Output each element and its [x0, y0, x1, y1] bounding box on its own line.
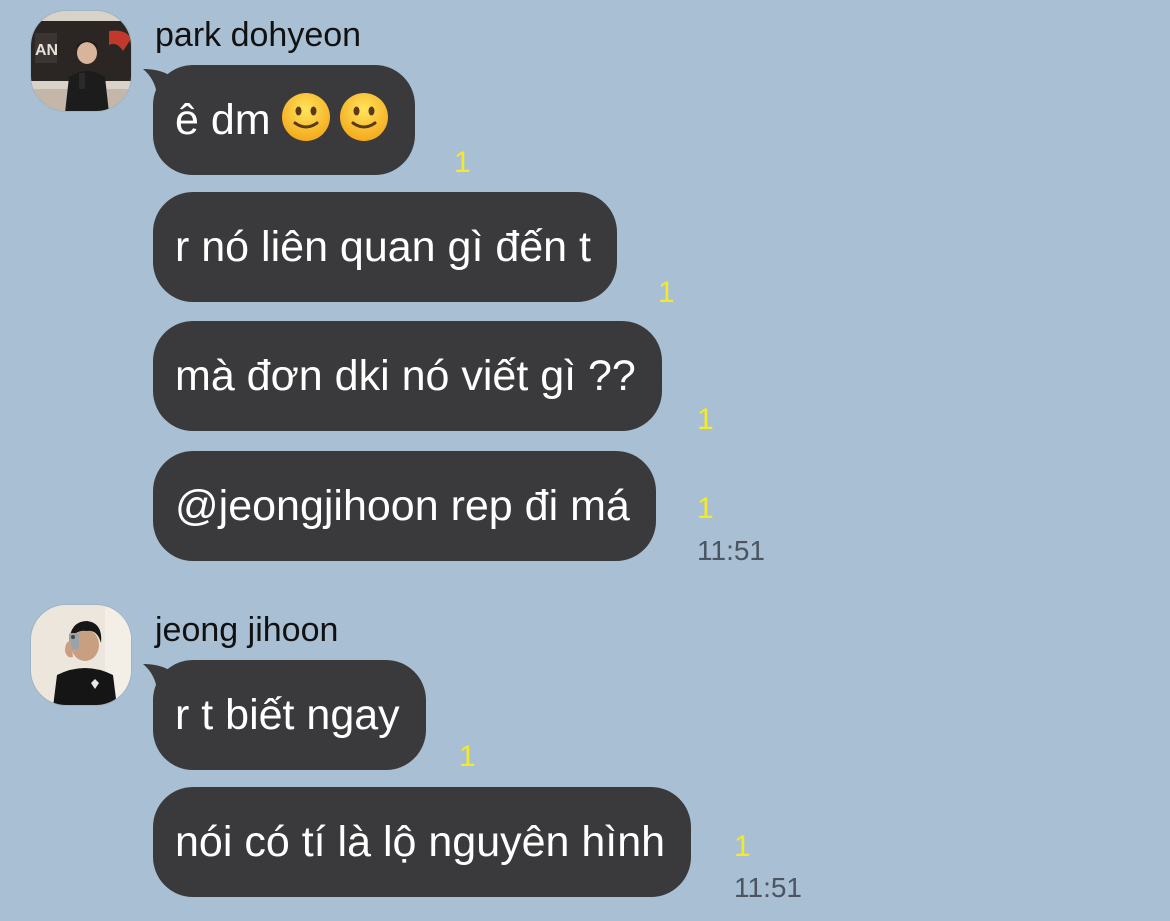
bubble-tail-icon [143, 69, 177, 95]
profile-photo-icon [31, 605, 131, 705]
profile-photo-icon: AN [31, 11, 131, 111]
unread-count: 1 [734, 830, 751, 863]
slightly-smiling-face-icon [339, 93, 388, 141]
message-text: r t biết ngay [175, 691, 400, 739]
unread-count: 1 [697, 403, 714, 436]
slightly-smiling-face-icon [281, 93, 330, 141]
message-text: @jeongjihoon rep đi má [175, 482, 630, 530]
message-text: mà đơn dki nó viết gì ?? [175, 352, 636, 400]
sender-name: park dohyeon [155, 16, 362, 54]
message-text: nói có tí là lộ nguyên hình [175, 818, 666, 866]
message-text: ê dm [175, 96, 271, 144]
message-bubble[interactable]: nói có tí là lộ nguyên hình [153, 787, 692, 897]
bubble-tail-icon [143, 664, 177, 690]
message-bubble[interactable]: ê dm [143, 65, 415, 175]
message-bubble[interactable]: r nó liên quan gì đến t [153, 192, 617, 302]
sender-name: jeong jihoon [155, 611, 339, 649]
unread-count: 1 [658, 276, 675, 309]
unread-count: 1 [697, 492, 714, 525]
message-timestamp: 11:51 [734, 872, 802, 903]
unread-count: 1 [459, 740, 476, 773]
svg-text:AN: AN [35, 42, 58, 59]
message-text: r nó liên quan gì đến t [175, 223, 591, 271]
avatar-park-dohyeon[interactable]: AN [30, 10, 132, 112]
message-bubble[interactable]: mà đơn dki nó viết gì ?? [153, 321, 662, 431]
message-bubble[interactable]: @jeongjihoon rep đi má [153, 451, 656, 561]
message-bubble[interactable]: r t biết ngay [143, 660, 426, 770]
avatar-jeong-jihoon[interactable] [30, 604, 132, 706]
unread-count: 1 [454, 146, 471, 179]
message-timestamp: 11:51 [697, 535, 765, 566]
